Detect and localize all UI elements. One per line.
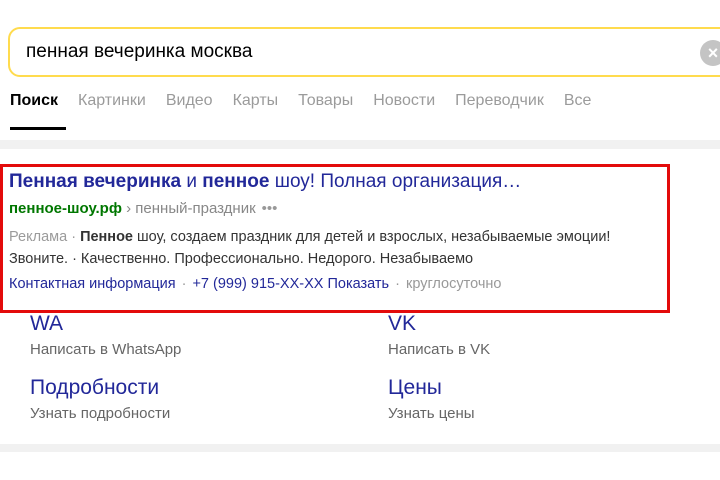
tab-video[interactable]: Видео (166, 92, 213, 110)
sitelink-wa[interactable]: WA (30, 312, 63, 336)
next-result-card (0, 452, 720, 480)
tab-maps[interactable]: Карты (233, 92, 279, 110)
sitelink-prices-desc: Узнать цены (388, 405, 475, 422)
sitelink-wa-desc: Написать в WhatsApp (30, 341, 182, 358)
tab-news[interactable]: Новости (373, 92, 435, 110)
tab-images[interactable]: Картинки (78, 92, 146, 110)
tab-search[interactable]: Поиск (10, 92, 58, 110)
tab-translator[interactable]: Переводчик (455, 92, 544, 110)
sitelink-vk[interactable]: VK (388, 312, 416, 336)
sitelink-prices[interactable]: Цены (388, 376, 442, 400)
sitelink-vk-desc: Написать в VK (388, 341, 491, 358)
sitelink-details[interactable]: Подробности (30, 376, 159, 400)
tab-products[interactable]: Товары (298, 92, 353, 110)
tab-all[interactable]: Все (564, 92, 592, 110)
search-box[interactable]: × (8, 27, 720, 77)
clear-icon[interactable]: × (700, 40, 720, 66)
highlight-frame (0, 164, 670, 313)
sitelink-details-desc: Узнать подробности (30, 405, 171, 422)
search-tabs: Поиск Картинки Видео Карты Товары Новост… (10, 92, 591, 110)
active-tab-indicator (10, 127, 66, 130)
search-input[interactable] (26, 39, 666, 65)
